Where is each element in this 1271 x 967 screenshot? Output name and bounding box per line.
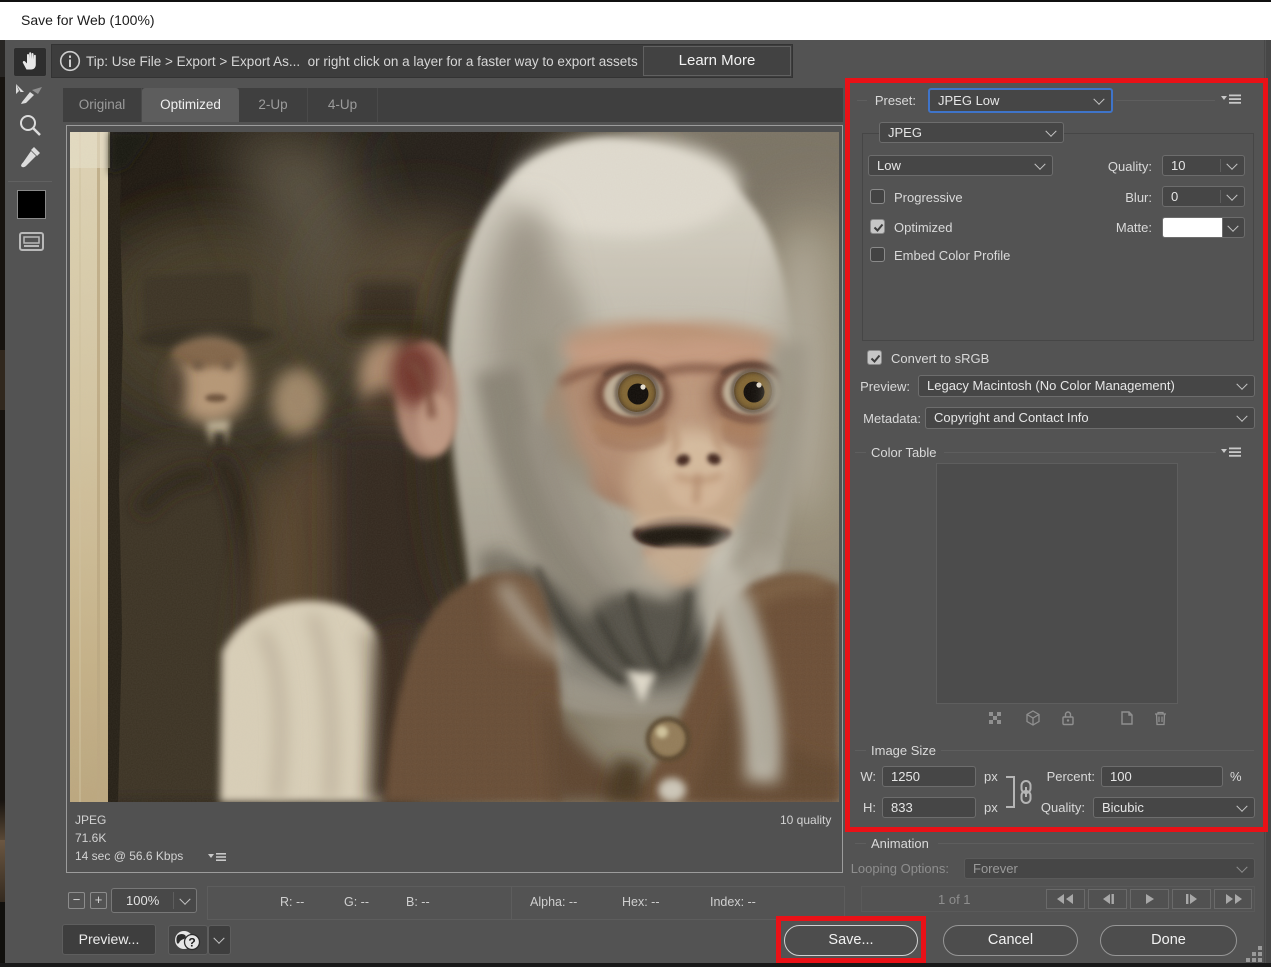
svg-text:?: ? — [188, 936, 195, 950]
